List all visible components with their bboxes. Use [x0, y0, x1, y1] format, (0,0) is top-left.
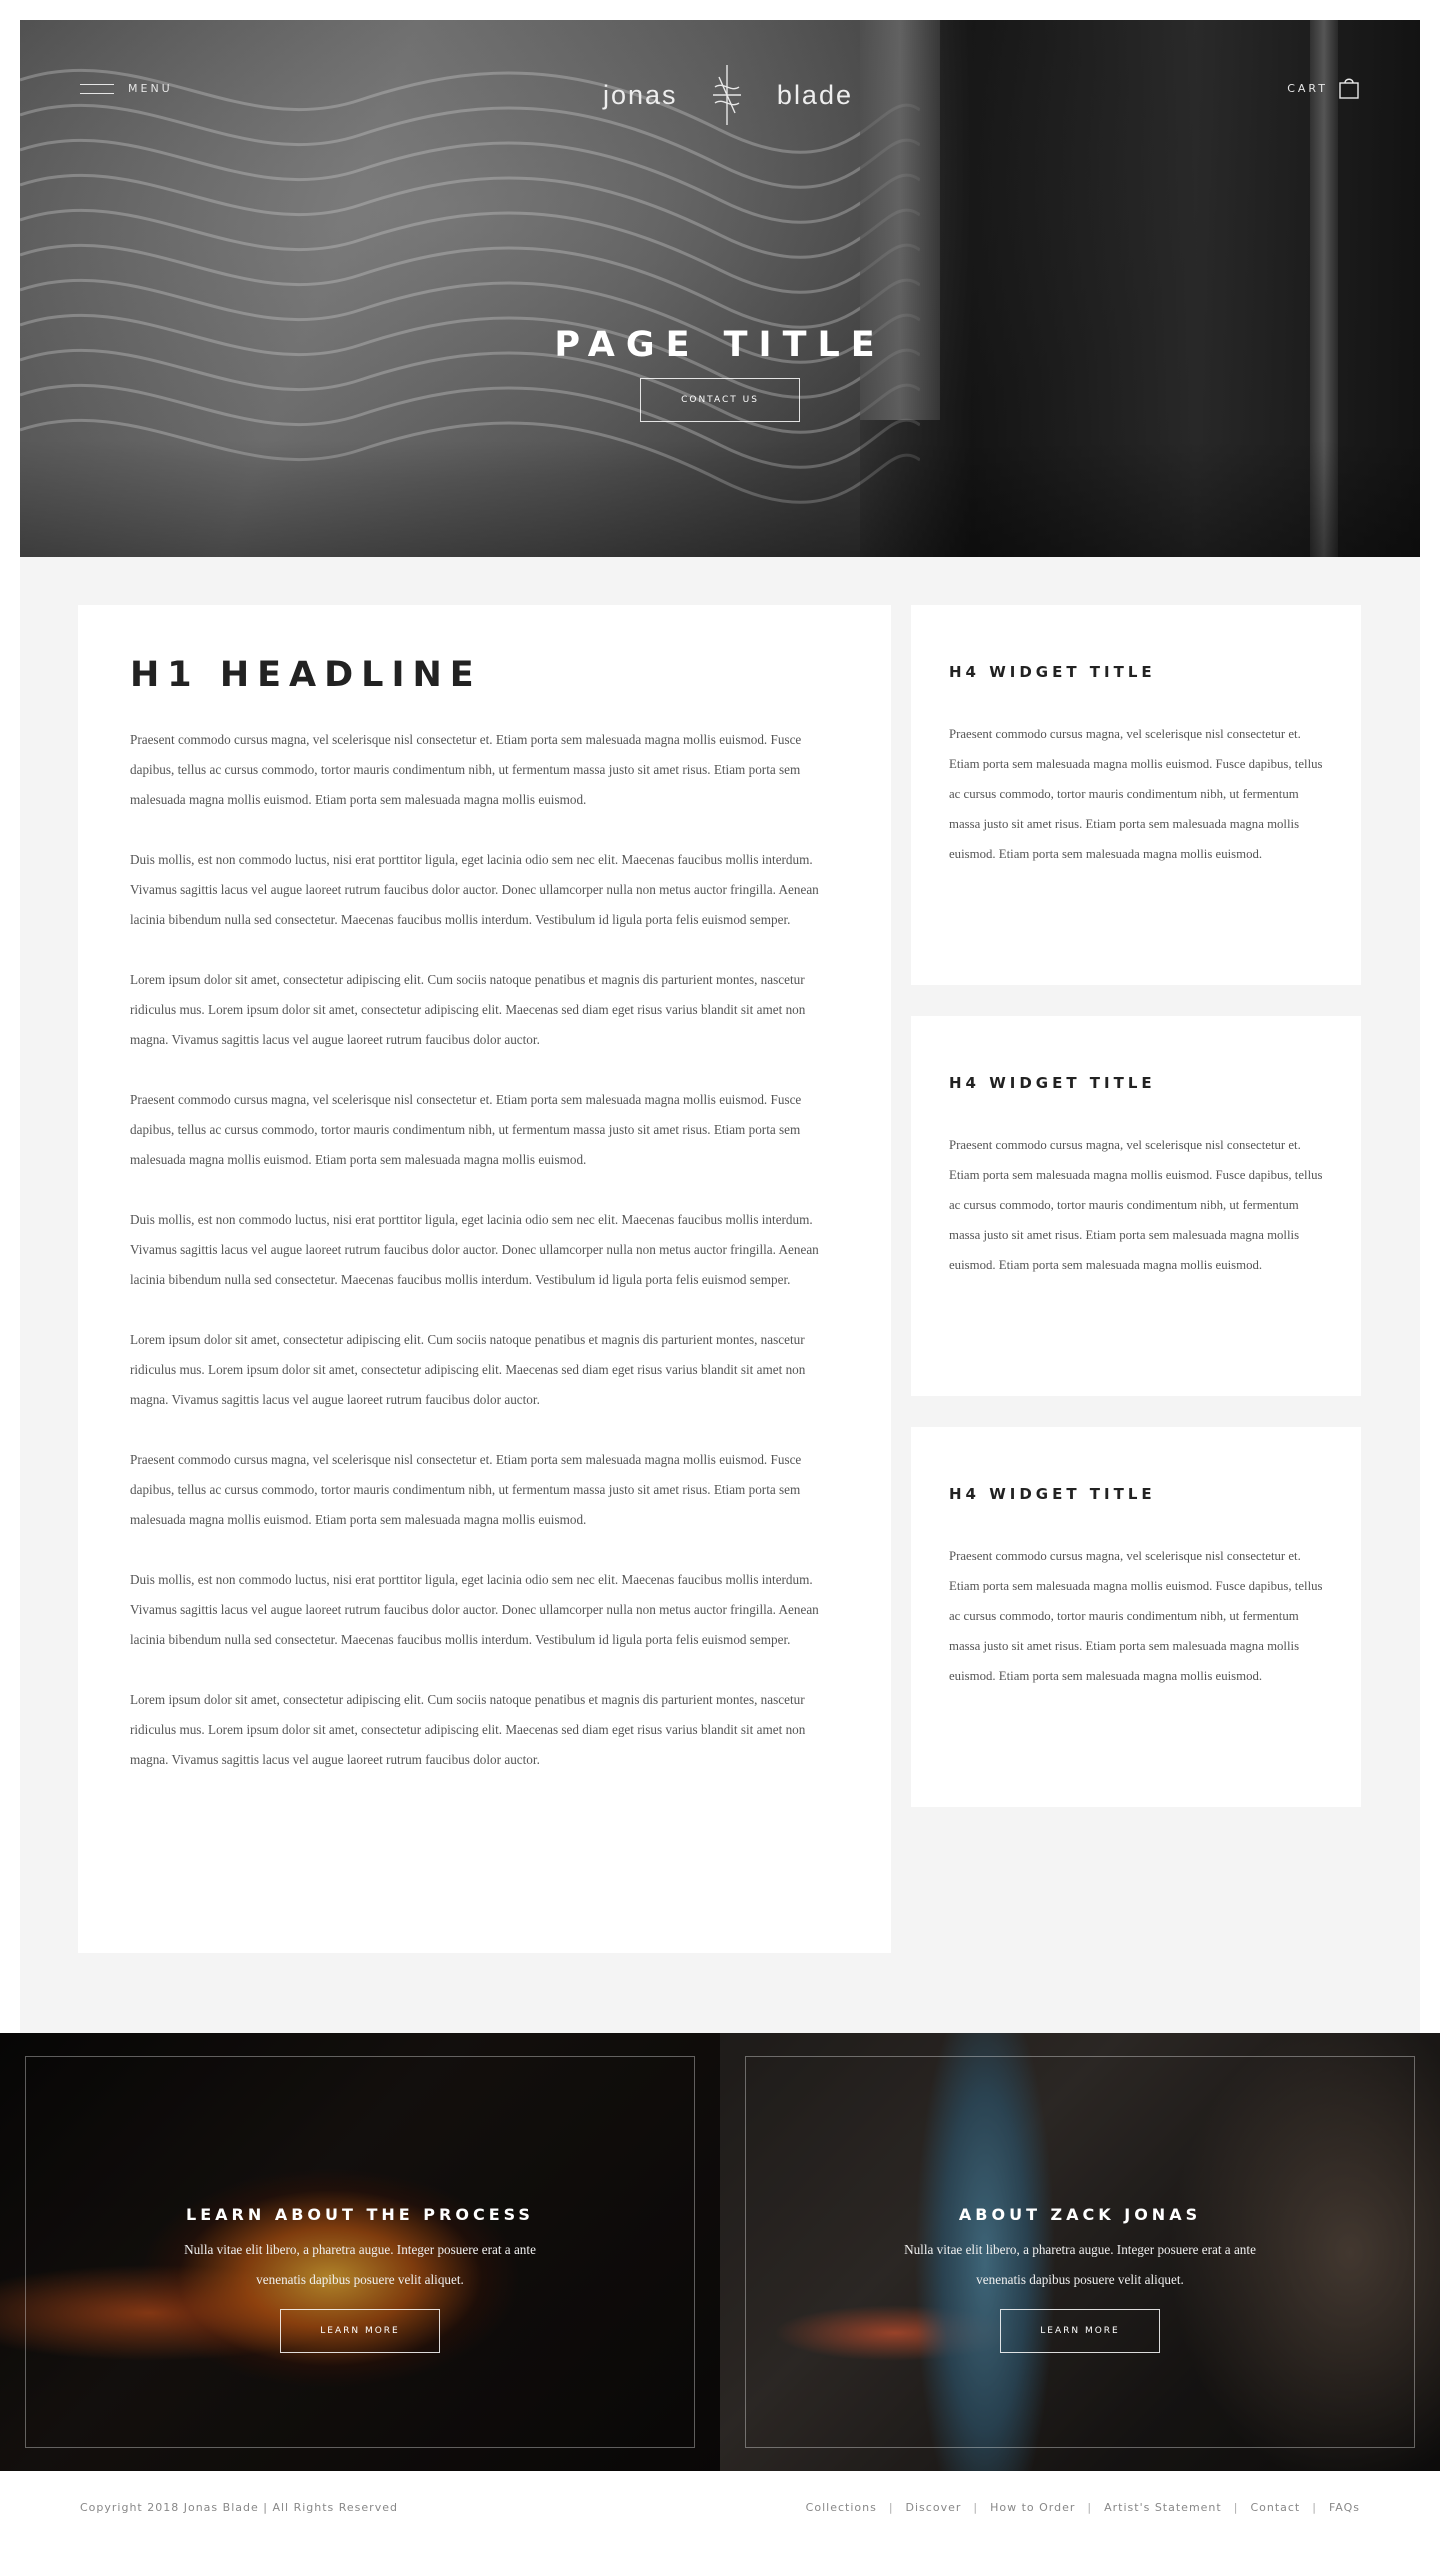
menu-button[interactable]: MENU: [80, 82, 173, 95]
body-paragraph: Duis mollis, est non commodo luctus, nis…: [130, 1572, 819, 1647]
widget-text: Praesent commodo cursus magna, vel scele…: [949, 1138, 1323, 1272]
body-paragraph: Praesent commodo cursus magna, vel scele…: [130, 1092, 802, 1167]
sidebar-widget: H4 WIDGET TITLE Praesent commodo cursus …: [911, 1427, 1361, 1807]
body-paragraph: Praesent commodo cursus magna, vel scele…: [130, 1452, 802, 1527]
page-headline: H1 HEADLINE: [130, 655, 482, 695]
footer-link-how-to-order[interactable]: How to Order: [990, 2501, 1075, 2514]
footer-link-discover[interactable]: Discover: [906, 2501, 962, 2514]
body-paragraph: Lorem ipsum dolor sit amet, consectetur …: [130, 972, 806, 1047]
footer-separator: |: [888, 2501, 894, 2514]
footer-separator: |: [973, 2501, 979, 2514]
body-paragraph: Lorem ipsum dolor sit amet, consectetur …: [130, 1332, 806, 1407]
body-paragraph: Duis mollis, est non commodo luctus, nis…: [130, 1212, 819, 1287]
main-content-card: H1 HEADLINE Praesent commodo cursus magn…: [78, 605, 891, 1953]
cart-label: CART: [1287, 81, 1328, 95]
copyright-text: Copyright 2018 Jonas Blade | All Rights …: [80, 2501, 398, 2514]
blade-mark-icon: [713, 65, 742, 125]
widget-text: Praesent commodo cursus magna, vel scele…: [949, 727, 1323, 861]
body-paragraph: Duis mollis, est non commodo luctus, nis…: [130, 852, 819, 927]
widget-title: H4 WIDGET TITLE: [949, 1485, 1156, 1503]
promo-text: Nulla vitae elit libero, a pharetra augu…: [904, 2242, 1256, 2287]
promo-text: Nulla vitae elit libero, a pharetra augu…: [184, 2242, 536, 2287]
footer-separator: |: [1087, 2501, 1093, 2514]
footer-separator: |: [1233, 2501, 1239, 2514]
widget-text: Praesent commodo cursus magna, vel scele…: [949, 1549, 1323, 1683]
widget-title: H4 WIDGET TITLE: [949, 663, 1156, 681]
menu-label: MENU: [128, 82, 173, 95]
site-logo[interactable]: jonas blade: [603, 60, 853, 130]
learn-more-button[interactable]: LEARN MORE: [1000, 2309, 1160, 2353]
site-footer: Copyright 2018 Jonas Blade | All Rights …: [0, 2471, 1440, 2561]
footer-link-faqs[interactable]: FAQs: [1329, 2501, 1360, 2514]
shopping-bag-icon: [1339, 78, 1359, 99]
footer-nav: Collections | Discover | How to Order | …: [806, 2501, 1360, 2514]
logo-word-right: blade: [776, 79, 853, 110]
hero-shade: [20, 440, 1420, 557]
page-title: PAGE TITLE: [554, 325, 886, 365]
body-paragraph: Lorem ipsum dolor sit amet, consectetur …: [130, 1692, 806, 1767]
hamburger-icon: [80, 83, 114, 94]
contact-us-button[interactable]: CONTACT US: [640, 378, 800, 422]
promo-title: ABOUT ZACK JONAS: [958, 2205, 1202, 2224]
sidebar-widget: H4 WIDGET TITLE Praesent commodo cursus …: [911, 1016, 1361, 1396]
promo-title: LEARN ABOUT THE PROCESS: [186, 2205, 534, 2224]
promo-process: LEARN ABOUT THE PROCESS Nulla vitae elit…: [0, 2033, 720, 2471]
widget-title: H4 WIDGET TITLE: [949, 1074, 1156, 1092]
footer-link-contact[interactable]: Contact: [1250, 2501, 1300, 2514]
cart-button[interactable]: CART: [1287, 76, 1360, 100]
footer-link-artists-statement[interactable]: Artist's Statement: [1104, 2501, 1222, 2514]
footer-link-collections[interactable]: Collections: [806, 2501, 877, 2514]
footer-separator: |: [1312, 2501, 1317, 2514]
hero-banner: MENU jonas blade CART PAGE TITLE CONTACT…: [20, 20, 1420, 557]
learn-more-button[interactable]: LEARN MORE: [280, 2309, 440, 2353]
logo-word-left: jonas: [603, 79, 678, 110]
sidebar-widget: H4 WIDGET TITLE Praesent commodo cursus …: [911, 605, 1361, 985]
promo-about: ABOUT ZACK JONAS Nulla vitae elit libero…: [720, 2033, 1440, 2471]
body-paragraph: Praesent commodo cursus magna, vel scele…: [130, 732, 802, 807]
